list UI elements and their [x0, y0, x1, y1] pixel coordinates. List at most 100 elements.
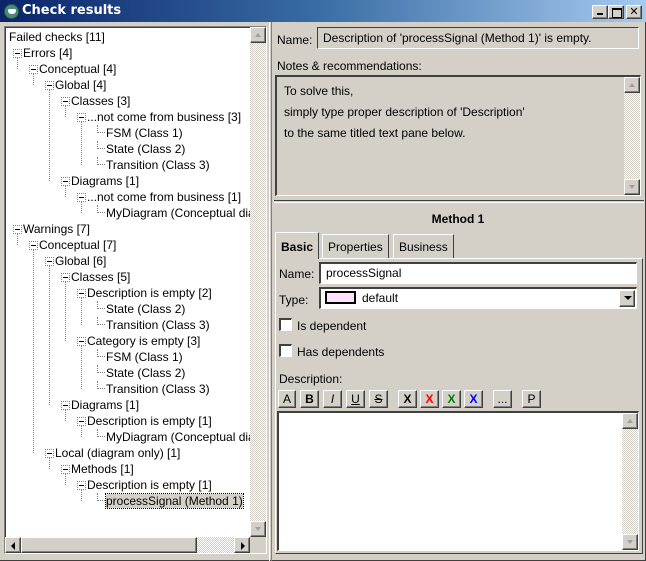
description-scroll-down-button[interactable] — [622, 534, 638, 550]
tree-leaf-item[interactable]: MyDiagram (Conceptual diagram) — [97, 205, 251, 221]
title-bar[interactable]: Check results ✕ — [0, 0, 646, 22]
notes-scroll-down-button[interactable] — [624, 179, 640, 195]
tree-item-label: Classes [5] — [71, 270, 131, 284]
notes-scrollbar[interactable] — [624, 77, 640, 195]
tree-node-item[interactable]: Methods [1] — [61, 461, 134, 477]
is-dependent-label[interactable]: Is dependent — [297, 319, 366, 333]
notes-textarea[interactable]: To solve this, simply type proper descri… — [275, 75, 641, 196]
maximize-button[interactable] — [608, 5, 624, 19]
color-blue-button[interactable]: X — [464, 390, 483, 408]
tree-guide-line — [81, 489, 82, 501]
tree-leaf-item[interactable]: FSM (Class 1) — [97, 349, 183, 365]
failed-checks-tree[interactable]: Failed checks [11] Errors [4] Conceptual [… — [4, 26, 267, 554]
description-textarea[interactable] — [277, 411, 639, 551]
tree-connector-icon — [97, 493, 105, 501]
tree-node-item[interactable]: Diagrams [1] — [61, 397, 139, 413]
tree-node-item[interactable]: Errors [4] — [13, 45, 72, 61]
tree-node-item[interactable]: Conceptual [7] — [29, 237, 116, 253]
tree-node-item[interactable]: Category is empty [3] — [77, 333, 200, 349]
notes-label: Notes & recommendations: — [277, 59, 422, 73]
tree-guide-line — [65, 281, 66, 341]
tree-guide-line — [49, 457, 50, 469]
vertical-splitter[interactable] — [269, 22, 272, 561]
check-name-label: Name: — [277, 33, 313, 47]
tree-leaf-item[interactable]: Transition (Class 3) — [97, 157, 210, 173]
scroll-corner — [250, 537, 266, 553]
tree-connector-icon — [97, 349, 105, 357]
tree-item-label: Local (diagram only) [1] — [55, 446, 181, 460]
name-input[interactable]: processSignal — [319, 262, 637, 284]
tree-leaf-item[interactable]: State (Class 2) — [97, 141, 185, 157]
tree-node-item[interactable]: ...not come from business [1] — [77, 189, 241, 205]
tree-item-label: MyDiagram (Conceptual diagram) — [106, 430, 251, 444]
color-black-button[interactable]: X — [398, 390, 417, 408]
type-select[interactable]: default — [319, 287, 637, 309]
tree-scroll-left-button[interactable] — [5, 537, 21, 553]
tab-properties[interactable]: Properties — [322, 234, 389, 258]
tree-root-item[interactable]: Failed checks [11] — [9, 29, 105, 45]
tree-item-label: FSM (Class 1) — [106, 350, 183, 364]
minimize-button[interactable] — [592, 5, 608, 19]
color-green-button[interactable]: X — [442, 390, 461, 408]
tree-node-item[interactable]: ...not come from business [3] — [77, 109, 241, 125]
horizontal-splitter[interactable] — [274, 200, 644, 203]
tree-vertical-scrollbar[interactable] — [250, 27, 266, 537]
tree-connector-icon — [97, 429, 105, 437]
tree-node-item[interactable]: Description is empty [1] — [77, 413, 212, 429]
is-dependent-checkbox[interactable] — [279, 318, 292, 331]
tree-leaf-item[interactable]: State (Class 2) — [97, 365, 185, 381]
tree-connector-icon — [97, 301, 105, 309]
tab-basic[interactable]: Basic — [275, 232, 320, 259]
tree-leaf-item[interactable]: Transition (Class 3) — [97, 317, 210, 333]
tab-business[interactable]: Business — [393, 234, 454, 258]
tree-node-item[interactable]: Global [6] — [45, 253, 106, 269]
tree-node-item[interactable]: Conceptual [4] — [29, 61, 116, 77]
tree-node-item[interactable]: Classes [5] — [61, 269, 130, 285]
close-button[interactable]: ✕ — [626, 5, 642, 19]
italic-button[interactable]: I — [323, 390, 342, 408]
tree-guide-line — [65, 105, 66, 117]
has-dependents-checkbox[interactable] — [279, 344, 292, 357]
tree-guide-line — [17, 233, 18, 245]
tree-node-item[interactable]: Description is empty [2] — [77, 285, 212, 301]
tree-item-label: Global [4] — [55, 78, 107, 92]
description-scrollbar[interactable] — [622, 413, 638, 550]
has-dependents-label[interactable]: Has dependents — [297, 345, 384, 359]
tree-guide-line — [65, 185, 66, 197]
tree-guide-line — [49, 265, 50, 405]
tree-leaf-item[interactable]: MyDiagram (Conceptual diagram) — [97, 429, 251, 445]
tree-leaf-item[interactable]: FSM (Class 1) — [97, 125, 183, 141]
tree-node-item[interactable]: Diagrams [1] — [61, 173, 139, 189]
tree-item-label: Failed checks [11] — [9, 30, 105, 44]
bold-button[interactable]: B — [300, 390, 319, 408]
color-red-button[interactable]: X — [420, 390, 439, 408]
check-results-window: Check results ✕ Failed checks [11] Errors… — [0, 0, 646, 561]
font-button[interactable]: A — [278, 390, 296, 408]
tree-scroll-up-button[interactable] — [250, 27, 266, 43]
tree-node-item[interactable]: Description is empty [1] — [77, 477, 212, 493]
tree-guide-line — [65, 409, 66, 421]
tree-horizontal-thumb[interactable] — [21, 537, 197, 553]
notes-scroll-up-button[interactable] — [624, 77, 640, 93]
tree-leaf-item[interactable]: State (Class 2) — [97, 301, 185, 317]
tree-leaf-item[interactable]: Transition (Class 3) — [97, 381, 210, 397]
more-button[interactable]: ... — [493, 390, 512, 408]
check-name-field: Description of 'processSignal (Method 1)… — [317, 27, 639, 49]
paragraph-button[interactable]: P — [522, 390, 541, 408]
tree-scroll-right-button[interactable] — [234, 537, 250, 553]
underline-button[interactable]: U — [346, 390, 365, 408]
name-label: Name: — [279, 267, 315, 281]
notes-line: to the same titled text pane below. — [284, 126, 466, 140]
tree-scroll-down-button[interactable] — [250, 521, 266, 537]
strikethrough-button[interactable]: S — [369, 390, 388, 408]
tree-node-item[interactable]: Global [4] — [45, 77, 106, 93]
tree-guide-line — [81, 201, 82, 213]
description-scroll-up-button[interactable] — [622, 413, 638, 429]
tree-guide-line — [17, 57, 18, 69]
app-icon — [4, 4, 19, 19]
tree-node-item[interactable]: Warnings [7] — [13, 221, 90, 237]
tree-node-item[interactable]: Classes [3] — [61, 93, 130, 109]
type-dropdown-button[interactable] — [619, 290, 635, 307]
tree-node-item[interactable]: Local (diagram only) [1] — [45, 445, 180, 461]
tree-leaf-item[interactable]: processSignal (Method 1) — [97, 493, 244, 509]
